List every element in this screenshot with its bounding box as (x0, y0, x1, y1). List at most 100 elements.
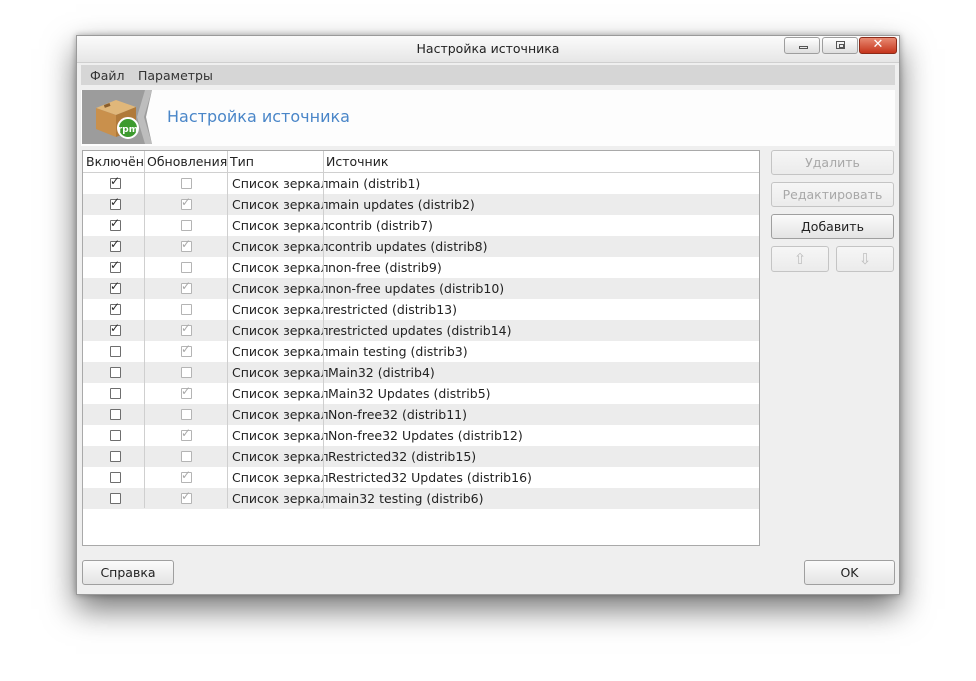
maximize-button[interactable] (822, 37, 858, 54)
menu-parameters[interactable]: Параметры (138, 68, 213, 83)
close-icon: ✕ (872, 37, 884, 52)
updates-checkbox[interactable] (181, 367, 192, 378)
table-row[interactable]: ✓ Список зеркал Main32 Updates (distrib5) (83, 383, 759, 404)
header-banner: rpm Настройка источника (81, 90, 895, 146)
updates-checkbox[interactable] (181, 220, 192, 231)
add-button[interactable]: Добавить (771, 214, 894, 239)
type-cell: Список зеркал (232, 365, 329, 380)
type-cell: Список зеркал (232, 323, 329, 338)
column-divider (144, 151, 145, 508)
column-divider (323, 151, 324, 508)
table-row[interactable]: Список зеркал Main32 (distrib4) (83, 362, 759, 383)
enabled-checkbox[interactable]: ✓ (110, 280, 121, 294)
source-cell: Main32 (distrib4) (328, 365, 435, 380)
source-cell: main updates (distrib2) (328, 197, 475, 212)
type-cell: Список зеркал (232, 281, 329, 296)
enabled-checkbox[interactable] (110, 430, 121, 441)
enabled-checkbox[interactable]: ✓ (110, 196, 121, 210)
updates-checkbox[interactable] (181, 409, 192, 420)
type-cell: Список зеркал (232, 302, 329, 317)
source-cell: main32 testing (distrib6) (328, 491, 484, 506)
updates-checkbox[interactable]: ✓ (181, 469, 192, 483)
source-cell: contrib updates (distrib8) (328, 239, 488, 254)
enabled-checkbox[interactable]: ✓ (110, 301, 121, 315)
rpm-package-icon: rpm (82, 90, 158, 144)
table-row[interactable]: ✓ ✓ Список зеркал restricted updates (distr… (83, 320, 759, 341)
type-cell: Список зеркал (232, 491, 329, 506)
type-cell: Список зеркал (232, 449, 329, 464)
source-cell: main testing (distrib3) (328, 344, 468, 359)
enabled-checkbox[interactable]: ✓ (110, 217, 121, 231)
updates-checkbox[interactable] (181, 304, 192, 315)
enabled-checkbox[interactable] (110, 388, 121, 399)
rpm-logo-text: rpm (118, 125, 138, 135)
source-cell: Restricted32 Updates (distrib16) (328, 470, 532, 485)
column-updates[interactable]: Обновления (147, 154, 227, 169)
table-row[interactable]: ✓ Список зеркал main testing (distrib3) (83, 341, 759, 362)
source-cell: main (distrib1) (328, 176, 421, 191)
source-cell: Non-free32 Updates (distrib12) (328, 428, 523, 443)
delete-button[interactable]: Удалить (771, 150, 894, 175)
table-row[interactable]: ✓ ✓ Список зеркал contrib updates (distrib8… (83, 236, 759, 257)
arrow-up-icon: ⇧ (793, 250, 807, 268)
updates-checkbox[interactable] (181, 178, 192, 189)
source-cell: Main32 Updates (distrib5) (328, 386, 491, 401)
type-cell: Список зеркал (232, 344, 329, 359)
enabled-checkbox[interactable] (110, 367, 121, 378)
updates-checkbox[interactable]: ✓ (181, 322, 192, 336)
close-button[interactable]: ✕ (859, 37, 897, 54)
type-cell: Список зеркал (232, 239, 329, 254)
table-row[interactable]: ✓ ✓ Список зеркал non-free updates (distrib… (83, 278, 759, 299)
enabled-checkbox[interactable]: ✓ (110, 175, 121, 189)
minimize-button[interactable] (784, 37, 820, 54)
enabled-checkbox[interactable]: ✓ (110, 259, 121, 273)
table-row[interactable]: ✓ Список зеркал non-free (distrib9) (83, 257, 759, 278)
type-cell: Список зеркал (232, 260, 329, 275)
minimize-icon (799, 46, 808, 49)
updates-checkbox[interactable]: ✓ (181, 238, 192, 252)
edit-button[interactable]: Редактировать (771, 182, 894, 207)
arrow-down-icon: ⇩ (858, 250, 872, 268)
help-button[interactable]: Справка (82, 560, 174, 585)
enabled-checkbox[interactable] (110, 493, 121, 504)
enabled-checkbox[interactable] (110, 472, 121, 483)
table-row[interactable]: ✓ Список зеркал Non-free32 Updates (distri… (83, 425, 759, 446)
updates-checkbox[interactable]: ✓ (181, 343, 192, 357)
updates-checkbox[interactable]: ✓ (181, 196, 192, 210)
table-row[interactable]: ✓ Список зеркал main32 testing (distrib6) (83, 488, 759, 509)
ok-button[interactable]: OK (804, 560, 895, 585)
source-cell: restricted updates (distrib14) (328, 323, 512, 338)
updates-checkbox[interactable]: ✓ (181, 490, 192, 504)
updates-checkbox[interactable] (181, 262, 192, 273)
move-down-button[interactable]: ⇩ (836, 246, 894, 272)
source-cell: contrib (distrib7) (328, 218, 433, 233)
type-cell: Список зеркал (232, 176, 329, 191)
column-divider (227, 151, 228, 508)
move-up-button[interactable]: ⇧ (771, 246, 829, 272)
source-cell: non-free (distrib9) (328, 260, 442, 275)
updates-checkbox[interactable]: ✓ (181, 427, 192, 441)
type-cell: Список зеркал (232, 407, 329, 422)
table-row[interactable]: ✓ Список зеркал restricted (distrib13) (83, 299, 759, 320)
column-enabled[interactable]: Включён (86, 154, 144, 169)
updates-checkbox[interactable] (181, 451, 192, 462)
enabled-checkbox[interactable] (110, 451, 121, 462)
updates-checkbox[interactable]: ✓ (181, 385, 192, 399)
title-bar: Настройка источника ✕ (77, 36, 899, 63)
enabled-checkbox[interactable] (110, 346, 121, 357)
menu-file[interactable]: Файл (90, 68, 125, 83)
column-type[interactable]: Тип (230, 154, 254, 169)
table-row[interactable]: ✓ Список зеркал contrib (distrib7) (83, 215, 759, 236)
table-row[interactable]: Список зеркал Non-free32 (distrib11) (83, 404, 759, 425)
table-row[interactable]: ✓ ✓ Список зеркал main updates (distrib2) (83, 194, 759, 215)
enabled-checkbox[interactable] (110, 409, 121, 420)
table-row[interactable]: ✓ Список зеркал main (distrib1) (83, 173, 759, 194)
updates-checkbox[interactable]: ✓ (181, 280, 192, 294)
table-row[interactable]: Список зеркал Restricted32 (distrib15) (83, 446, 759, 467)
enabled-checkbox[interactable]: ✓ (110, 322, 121, 336)
enabled-checkbox[interactable]: ✓ (110, 238, 121, 252)
type-cell: Список зеркал (232, 428, 329, 443)
sources-table: Включён Обновления Тип Источник ✓ Список … (82, 150, 760, 546)
table-row[interactable]: ✓ Список зеркал Restricted32 Updates (dist… (83, 467, 759, 488)
column-source[interactable]: Источник (326, 154, 388, 169)
